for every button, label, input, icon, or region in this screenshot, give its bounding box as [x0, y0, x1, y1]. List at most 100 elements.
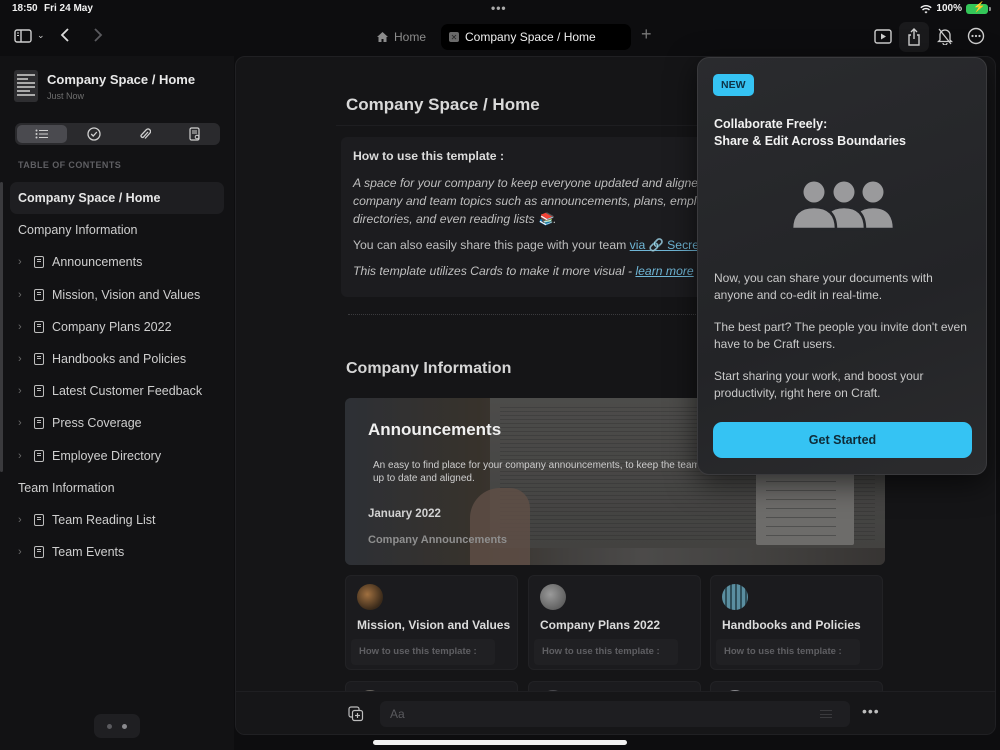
document-title: Company Space / Home: [47, 72, 196, 87]
card-title: Announcements: [368, 420, 502, 439]
more-options-button[interactable]: •••: [862, 703, 880, 719]
menu-lines-icon[interactable]: [820, 710, 832, 718]
toc-item-label: Handbooks and Policies: [52, 352, 187, 367]
toc-item-customer-feedback[interactable]: › Latest Customer Feedback: [10, 375, 224, 407]
chevron-right-icon[interactable]: ›: [18, 514, 34, 526]
page-icon: [34, 513, 44, 526]
house-icon: [377, 32, 388, 42]
status-date: Fri 24 May: [44, 3, 93, 14]
toc-item-company-plans-2022[interactable]: › Company Plans 2022: [10, 311, 224, 343]
page-title[interactable]: Company Space / Home: [346, 95, 540, 115]
toc-item-team-information[interactable]: Team Information: [10, 472, 224, 504]
chevron-right-icon[interactable]: ›: [18, 385, 34, 397]
popover-title: Collaborate Freely: Share & Edit Across …: [714, 116, 906, 150]
section-heading-company-information[interactable]: Company Information: [346, 360, 511, 378]
card-preview: How to use this template :: [716, 639, 860, 665]
multitasking-dots[interactable]: •••: [491, 1, 507, 15]
sidebar-segmented-control: [15, 123, 220, 145]
toc-item-company-information[interactable]: Company Information: [10, 214, 224, 246]
segment-tasks[interactable]: [69, 123, 119, 145]
toc-item-label: Company Information: [18, 223, 138, 238]
card-mission-vision-values[interactable]: Mission, Vision and Values How to use th…: [345, 575, 518, 670]
toc-item-label: Latest Customer Feedback: [52, 384, 203, 399]
toc-item-label: Company Plans 2022: [52, 319, 172, 334]
share-text: You can also easily share this page with…: [353, 238, 630, 252]
toc-item-announcements[interactable]: › Announcements: [10, 246, 224, 278]
card-title: Mission, Vision and Values: [357, 618, 511, 632]
chevron-right-icon[interactable]: ›: [18, 450, 34, 462]
card-title: Company Plans 2022: [540, 618, 661, 632]
card-handbooks-policies[interactable]: Handbooks and Policies How to use this t…: [710, 575, 883, 670]
document-thumbnail-icon: [14, 70, 38, 102]
chevron-right-icon[interactable]: ›: [18, 321, 34, 333]
card-company-plans-2022[interactable]: Company Plans 2022 How to use this templ…: [528, 575, 701, 670]
card-avatar-image: [540, 584, 566, 610]
toc-item-team-reading-list[interactable]: › Team Reading List: [10, 504, 224, 536]
chevron-right-icon[interactable]: ›: [18, 256, 34, 268]
card-avatar-image: [722, 584, 748, 610]
document-last-edited: Just Now: [47, 91, 85, 101]
play-presentation-icon[interactable]: [874, 29, 892, 44]
sidebar: Company Space / Home Just Now TABLE OF C…: [0, 56, 234, 750]
new-badge: NEW: [713, 74, 754, 96]
page-dot: [107, 723, 112, 729]
add-tab-button[interactable]: +: [641, 24, 652, 45]
tab-home[interactable]: Home: [368, 24, 434, 50]
toolbar: ⌄ Home ✕ Company Space / Home +: [0, 20, 1000, 54]
get-started-button[interactable]: Get Started: [713, 422, 972, 458]
segment-document-search[interactable]: [170, 123, 220, 145]
editor-bottom-bar: Aa •••: [236, 691, 995, 734]
home-indicator[interactable]: [373, 740, 627, 745]
page-icon: [34, 417, 44, 430]
popover-paragraph: Now, you can share your documents with a…: [714, 271, 933, 302]
toc-item-employee-directory[interactable]: › Employee Directory: [10, 440, 224, 472]
tab-label: Home: [394, 30, 427, 44]
document-header[interactable]: Company Space / Home Just Now: [14, 70, 195, 102]
toc-item-label: Team Events: [52, 545, 125, 560]
bell-slash-icon[interactable]: [937, 27, 953, 45]
card-avatar-image: [357, 584, 383, 610]
toc-item-handbooks-policies[interactable]: › Handbooks and Policies: [10, 343, 224, 375]
toc-item-company-space-home[interactable]: Company Space / Home: [10, 182, 224, 215]
add-block-icon[interactable]: [348, 706, 364, 722]
share-icon: [908, 28, 920, 46]
chevron-right-icon[interactable]: ›: [18, 546, 34, 558]
share-button[interactable]: [899, 22, 929, 52]
chevron-right-icon[interactable]: ›: [18, 417, 34, 429]
table-of-contents: Company Space / Home Company Information…: [10, 182, 224, 568]
page-icon: [34, 320, 44, 333]
segment-attachments[interactable]: [120, 123, 170, 145]
page-icon: [34, 546, 44, 559]
toc-item-team-events[interactable]: › Team Events: [10, 536, 224, 568]
checkmark-circle-icon: [87, 127, 102, 141]
toc-item-label: Announcements: [52, 255, 143, 270]
toc-item-mission-vision-values[interactable]: › Mission, Vision and Values: [10, 279, 224, 311]
card-preview: How to use this template :: [351, 639, 495, 665]
sidebar-toggle-icon[interactable]: [14, 29, 32, 43]
popover-body: Now, you can share your documents with a…: [714, 270, 974, 417]
segment-table-of-contents[interactable]: [17, 125, 68, 143]
toc-item-label: Press Coverage: [52, 416, 142, 431]
tab-company-space-home[interactable]: ✕ Company Space / Home: [441, 24, 631, 50]
list-icon: [35, 129, 49, 139]
chevron-right-icon[interactable]: ›: [18, 289, 34, 301]
chevron-right-icon[interactable]: ›: [18, 353, 34, 365]
collaborate-popover: NEW Collaborate Freely: Share & Edit Acr…: [697, 57, 987, 475]
forward-icon[interactable]: [93, 27, 103, 43]
back-icon[interactable]: [60, 27, 70, 43]
toc-item-label: Team Information: [18, 480, 115, 495]
more-circle-icon[interactable]: [967, 27, 985, 45]
battery-icon: ⚡: [966, 2, 991, 14]
popover-title-line: Collaborate Freely:: [714, 117, 828, 131]
sidebar-scrollbar[interactable]: [0, 182, 3, 472]
toc-heading: TABLE OF CONTENTS: [18, 160, 122, 170]
card-subheading: Company Announcements: [368, 534, 507, 546]
card-title: Handbooks and Policies: [722, 618, 861, 632]
sidebar-page-indicator[interactable]: [94, 714, 140, 738]
popover-title-line: Share & Edit Across Boundaries: [714, 134, 906, 148]
toc-item-press-coverage[interactable]: › Press Coverage: [10, 407, 224, 439]
learn-more-link[interactable]: learn more: [635, 264, 693, 278]
chevron-down-icon[interactable]: ⌄: [37, 30, 45, 41]
text-style-input[interactable]: Aa: [380, 701, 850, 727]
close-icon[interactable]: ✕: [449, 32, 459, 42]
